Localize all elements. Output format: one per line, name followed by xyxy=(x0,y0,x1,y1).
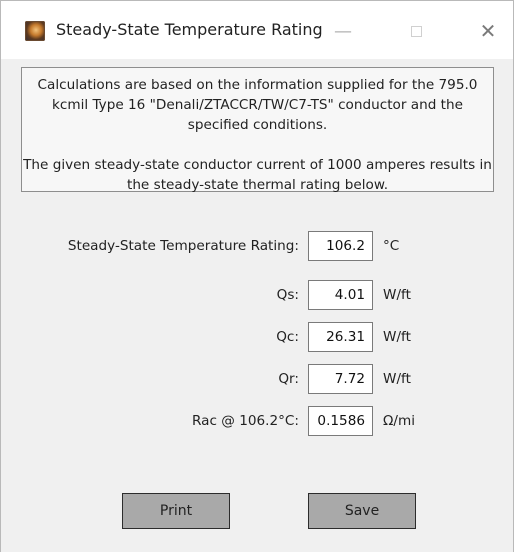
dialog-window: Steady-State Temperature Rating — ✕ Calc… xyxy=(0,0,514,552)
qr-label: Qr: xyxy=(278,371,299,387)
qr-field[interactable]: 7.72 xyxy=(308,364,373,394)
temperature-unit: °C xyxy=(383,238,400,254)
save-button[interactable]: Save xyxy=(308,493,416,529)
qr-unit: W/ft xyxy=(383,371,411,387)
rac-unit: Ω/mi xyxy=(383,413,415,429)
qs-label: Qs: xyxy=(276,287,299,303)
result-row-temperature: Steady-State Temperature Rating: 106.2 °… xyxy=(1,231,513,263)
title-bar[interactable]: Steady-State Temperature Rating — ✕ xyxy=(1,1,513,59)
qc-label: Qc: xyxy=(276,329,299,345)
result-row-rac: Rac @ 106.2°C: 0.1586 Ω/mi xyxy=(1,406,513,438)
rac-field[interactable]: 0.1586 xyxy=(308,406,373,436)
print-button[interactable]: Print xyxy=(122,493,230,529)
maximize-button xyxy=(394,15,438,47)
app-icon xyxy=(25,21,45,41)
qc-field[interactable]: 26.31 xyxy=(308,322,373,352)
dialog-body: Calculations are based on the informatio… xyxy=(1,59,513,552)
result-row-qc: Qc: 26.31 W/ft xyxy=(1,322,513,354)
result-row-qr: Qr: 7.72 W/ft xyxy=(1,364,513,396)
info-text-current: The given steady-state conductor current… xyxy=(23,157,492,193)
close-icon: ✕ xyxy=(479,19,497,43)
minimize-icon: — xyxy=(334,20,352,42)
close-button[interactable]: ✕ xyxy=(466,15,510,47)
qc-unit: W/ft xyxy=(383,329,411,345)
maximize-icon xyxy=(410,25,422,37)
temperature-rating-field[interactable]: 106.2 xyxy=(308,231,373,261)
window-title: Steady-State Temperature Rating xyxy=(56,20,323,39)
info-panel: Calculations are based on the informatio… xyxy=(21,67,494,193)
qs-unit: W/ft xyxy=(383,287,411,303)
qs-field[interactable]: 4.01 xyxy=(308,280,373,310)
minimize-button[interactable]: — xyxy=(321,15,365,47)
rac-label: Rac @ 106.2°C: xyxy=(192,413,299,429)
info-text-conductor: Calculations are based on the informatio… xyxy=(37,77,478,133)
result-row-qs: Qs: 4.01 W/ft xyxy=(1,280,513,312)
temperature-rating-label: Steady-State Temperature Rating: xyxy=(67,238,299,254)
